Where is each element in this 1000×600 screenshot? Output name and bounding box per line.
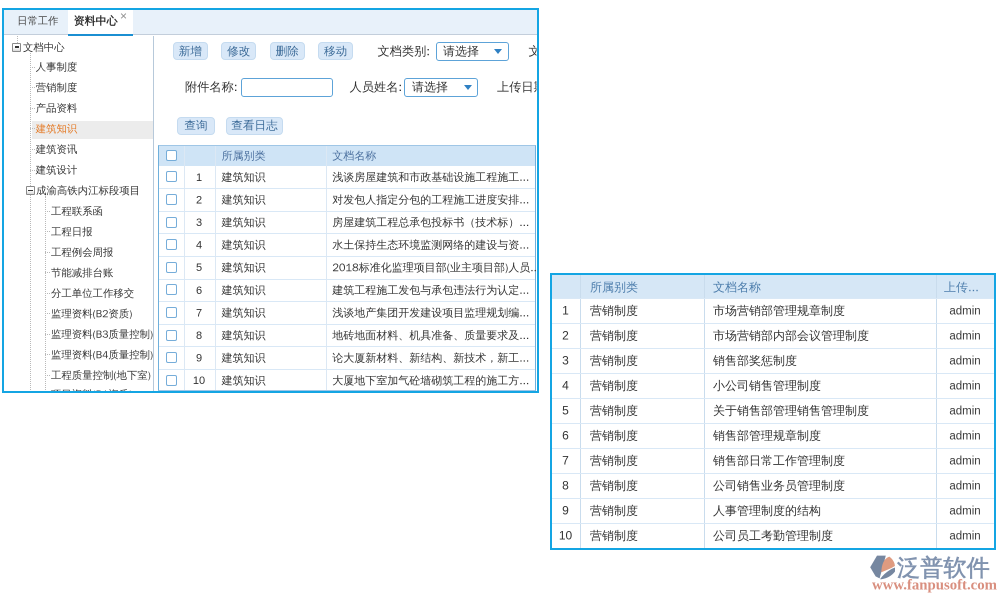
svg-text:www.fanpusoft.com: www.fanpusoft.com (872, 577, 998, 593)
